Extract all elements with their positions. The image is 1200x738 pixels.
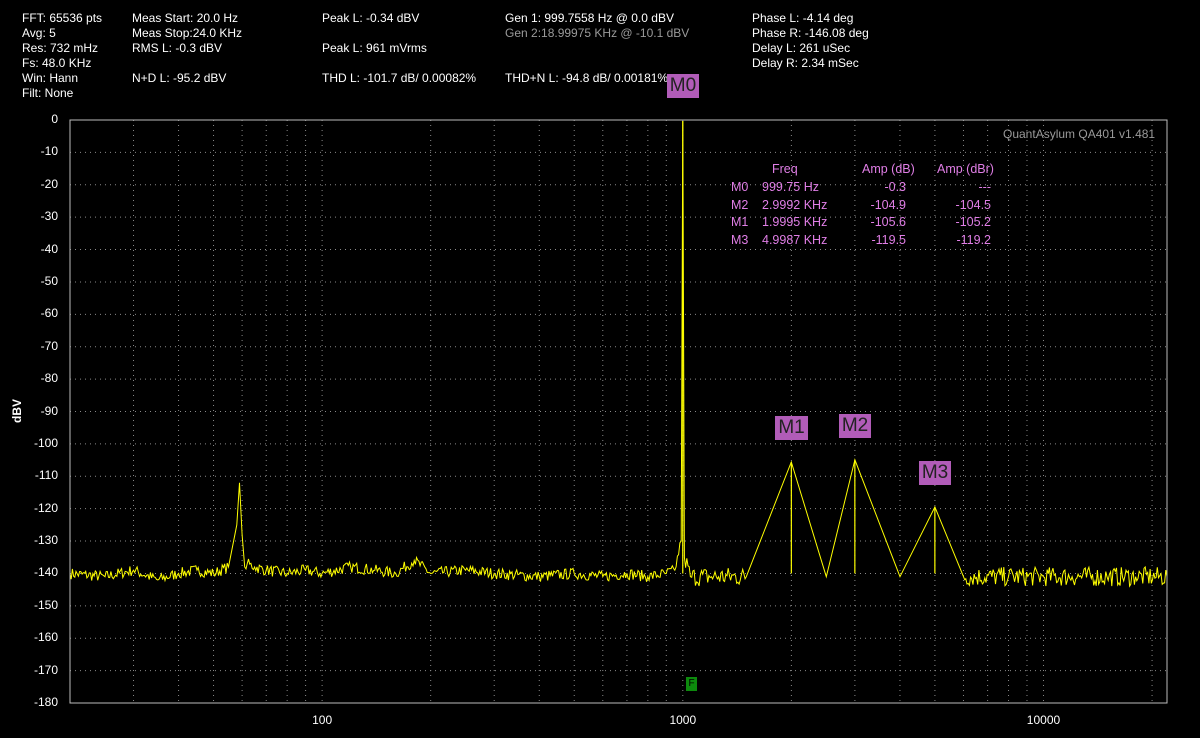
y-tick-label: -80 [40, 371, 58, 386]
table-cell-marker: M3 [731, 232, 749, 247]
y-tick-label: -60 [40, 306, 58, 321]
table-cell-amp_dbr: -105.2 [955, 215, 991, 229]
table-cell-marker: M2 [731, 197, 749, 212]
table-cell-amp_db: -0.3 [884, 180, 906, 194]
y-tick-label: -130 [33, 533, 58, 548]
y-tick-label: -140 [33, 565, 58, 580]
marker-label-m1[interactable]: M1 [775, 416, 808, 441]
table-cell-amp_db: -119.5 [871, 232, 906, 247]
table-cell-freq: 1.9995 KHz [762, 215, 828, 229]
y-tick-label: -170 [33, 662, 58, 677]
table-cell-amp_dbr: -104.5 [955, 197, 991, 212]
y-tick-label: -70 [40, 338, 58, 353]
grid [69, 119, 1167, 704]
y-tick-label: -120 [33, 500, 58, 515]
table-cell-freq: 4.9987 KHz [762, 232, 828, 247]
y-tick-label: -90 [40, 403, 58, 418]
y-tick-label: -10 [40, 144, 58, 159]
y-tick-label: -110 [34, 468, 58, 483]
y-tick-label: -30 [40, 209, 58, 224]
table-cell-marker: M0 [731, 180, 749, 194]
y-tick-label: -50 [40, 273, 58, 288]
x-tick-label: 1000 [669, 713, 697, 727]
table-cell-freq: 999.75 Hz [762, 180, 819, 194]
x-tick-label: 100 [312, 713, 333, 727]
watermark: QuantAsylum QA401 v1.481 [1003, 127, 1156, 141]
table-cell-amp_db: -104.9 [870, 197, 906, 212]
x-tick-label: 10000 [1026, 713, 1061, 727]
f-flag[interactable]: F [686, 677, 697, 691]
marker-label-m0[interactable]: M0 [666, 74, 700, 98]
table-cell-amp_db: -105.6 [870, 215, 906, 229]
y-tick-label: -180 [33, 695, 58, 709]
table-cell-marker: M1 [731, 215, 749, 229]
fft-trace [69, 120, 1168, 588]
plot-frame [69, 119, 1168, 704]
table-cell-amp_dbr: -119.2 [956, 232, 991, 247]
marker-label-m3[interactable]: M3 [918, 461, 952, 486]
y-tick-label: -160 [33, 630, 58, 645]
table-header-amp-dbr: Amp (dBr) [937, 162, 994, 176]
y-tick-label: 0 [51, 112, 58, 126]
fft-plot[interactable] [0, 0, 1200, 738]
y-tick-label: -40 [40, 241, 58, 256]
y-tick-label: -100 [33, 435, 58, 450]
marker-label-m2[interactable]: M2 [838, 413, 872, 438]
y-tick-label: -150 [33, 597, 58, 612]
table-header-freq: Freq [772, 162, 798, 176]
trace-group [69, 120, 1168, 588]
y-axis-label: dBV [10, 399, 24, 423]
table-cell-amp_dbr: --- [978, 180, 992, 194]
y-tick-label: -20 [40, 176, 58, 191]
table-cell-freq: 2.9992 KHz [762, 197, 828, 212]
table-header-amp-db: Amp (dB) [862, 162, 915, 176]
